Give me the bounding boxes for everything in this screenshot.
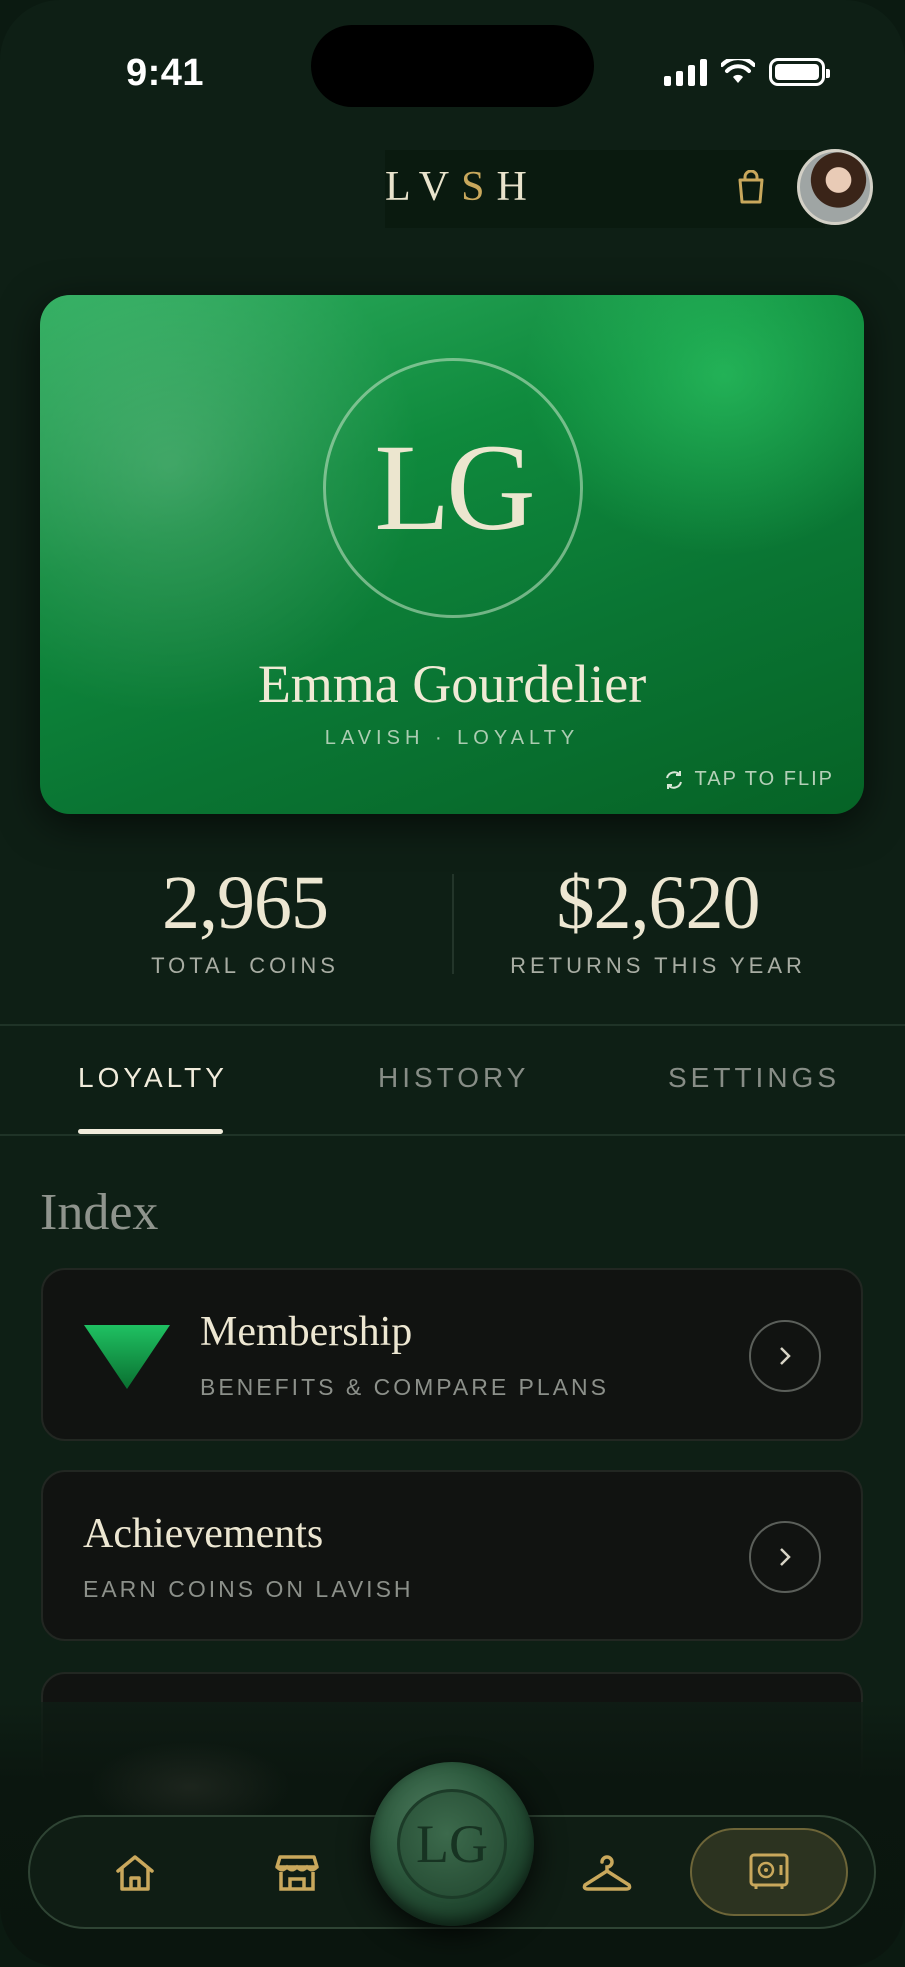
wifi-icon [721,59,755,83]
list-item-subtitle: BENEFITS & COMPARE PLANS [200,1374,609,1400]
membership-triangle-icon [84,1325,170,1389]
chevron-right-icon [780,1548,791,1566]
card-monogram: LG [374,419,535,556]
divider [0,1024,905,1026]
avatar[interactable] [797,149,873,225]
nav-vault-button[interactable] [690,1828,848,1916]
tap-to-flip[interactable]: TAP TO FLIP [663,768,834,791]
refresh-icon [665,770,682,789]
stat-returns: $2,620 RETURNS THIS YEAR [498,860,818,979]
stat-divider [452,874,454,974]
home-icon [116,1855,154,1891]
list-item-subtitle: EARN COINS ON LAVISH [83,1576,414,1602]
list-item-title: Membership [200,1309,413,1355]
logo-text-accent: S [461,164,497,210]
battery-icon [769,58,830,86]
wax-seal-button[interactable]: LG [370,1762,534,1926]
divider [0,1134,905,1136]
section-title: Index [40,1184,159,1241]
card-subtitle: LAVISH · LOYALTY [324,727,580,749]
list-item-title: Achievements [83,1511,324,1557]
hanger-icon [582,1855,632,1891]
dynamic-island [311,25,594,107]
nav-wardrobe-button[interactable] [572,1838,642,1908]
card-holder-name: Emma Gourdelier [257,654,647,714]
stat-total-coins: 2,965 TOTAL COINS [85,860,405,979]
status-time: 9:41 [126,52,205,94]
card-monogram-ring: LG [323,358,583,618]
nav-store-button[interactable] [262,1838,332,1908]
chevron-right-icon [780,1347,791,1365]
wax-seal-monogram: LG [397,1789,507,1899]
loyalty-card[interactable]: LG Emma Gourdelier LAVISH · LOYALTY TAP … [40,295,864,814]
tab-settings[interactable]: SETTINGS [668,1062,840,1094]
logo-text-suffix: H [496,164,539,210]
phone-screen: 9:41 LVSH LG Emma Gourdelier LAVISH · LO… [0,0,905,1967]
nav-home-button[interactable] [100,1838,170,1908]
shopping-bag-icon[interactable] [736,170,766,204]
tap-to-flip-label: TAP TO FLIP [694,768,834,790]
logo-text-prefix: LV [385,164,462,210]
stat-label: RETURNS THIS YEAR [510,953,806,978]
store-icon [275,1855,319,1891]
tab-loyalty[interactable]: LOYALTY [78,1062,228,1094]
chevron-right-button[interactable] [749,1521,821,1593]
chevron-right-button[interactable] [749,1320,821,1392]
list-item-achievements[interactable]: Achievements EARN COINS ON LAVISH [41,1470,863,1641]
stat-value: 2,965 [162,861,329,945]
stat-label: TOTAL COINS [151,953,339,978]
status-icons [664,58,830,86]
stat-value: $2,620 [556,861,761,945]
list-item-membership[interactable]: Membership BENEFITS & COMPARE PLANS [41,1268,863,1441]
brand-logo[interactable]: LVSH [385,163,539,211]
signal-icon [664,58,707,86]
tab-history[interactable]: HISTORY [378,1062,529,1094]
vault-icon [749,1853,789,1889]
